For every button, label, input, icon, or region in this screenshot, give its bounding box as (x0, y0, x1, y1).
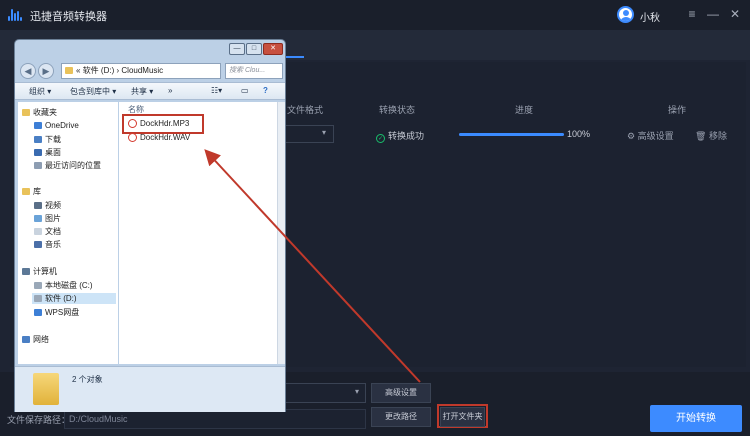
annotation-arrow (204, 149, 421, 383)
